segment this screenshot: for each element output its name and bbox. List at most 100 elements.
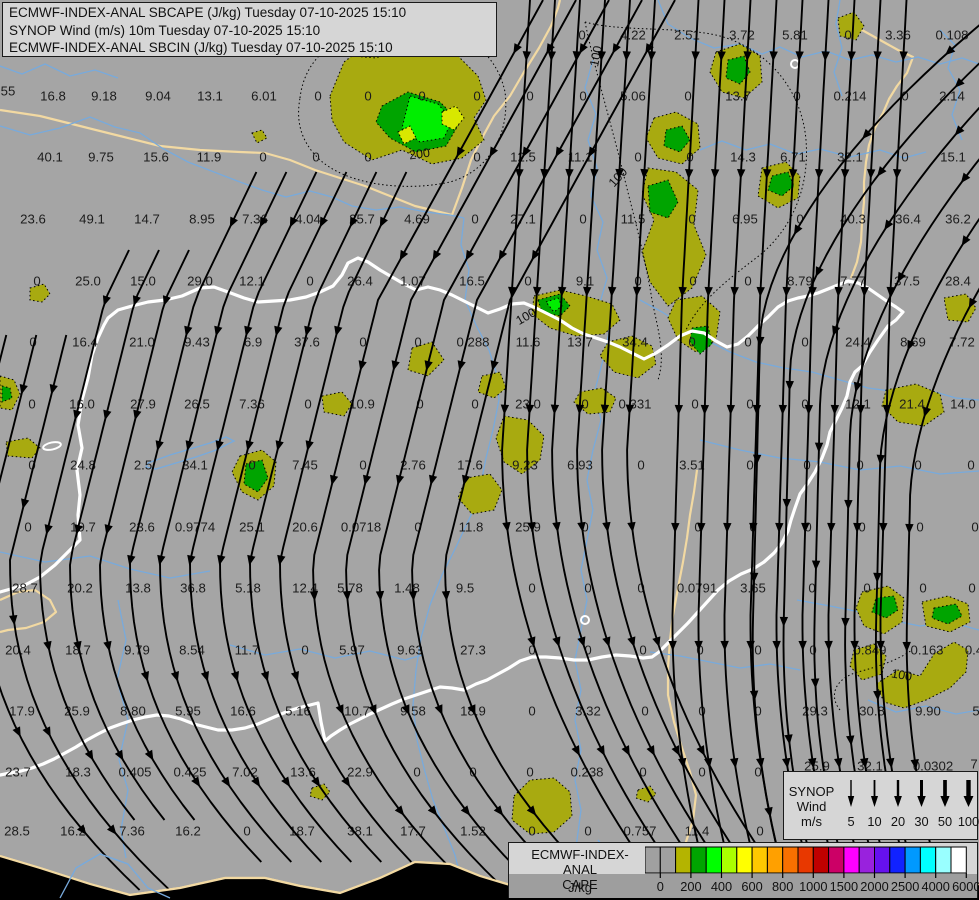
station-value: 0 [578, 28, 585, 43]
station-value: 23.7 [5, 765, 31, 780]
colorbar-swatch [844, 847, 859, 873]
map-title-box: ECMWF-INDEX-ANAL SBCAPE (J/kg) Tuesday 0… [2, 2, 497, 57]
station-value: 9.1 [576, 274, 594, 289]
station-value: 0 [754, 643, 761, 658]
station-value: 0 [471, 397, 478, 412]
station-value: 0 [634, 150, 641, 165]
colorbar-tick-label: 600 [741, 879, 762, 894]
station-value: 0 [314, 89, 321, 104]
colorbar-tick-label: 2000 [860, 879, 888, 894]
station-value: 0 [688, 335, 695, 350]
station-value: 11.6 [516, 335, 541, 350]
station-value: 0 [364, 89, 371, 104]
wind-legend-variable: Wind [784, 799, 839, 814]
station-value: 0 [526, 89, 533, 104]
station-value: 32.1 [837, 150, 863, 165]
station-value: 0 [33, 274, 40, 289]
wind-speed-label: 30 [914, 814, 928, 829]
station-value: 7.36 [119, 824, 145, 839]
station-value: 0 [689, 274, 696, 289]
station-value: 23.6 [129, 520, 155, 535]
station-value: 19.7 [70, 520, 96, 535]
station-value: 0 [306, 274, 313, 289]
station-value: 15.1 [940, 150, 966, 165]
station-value: 0.108 [935, 28, 968, 43]
colorbar-swatch [813, 847, 828, 873]
station-value: 4.04 [295, 212, 321, 227]
station-value: 18.3 [65, 765, 91, 780]
wind-legend: SYNOP Wind m/s 510203050100 [783, 771, 978, 840]
colorbar-tick-label: 6000 [952, 879, 979, 894]
cape-colorbar: 0200400600800100015002000250040006000 [645, 846, 979, 896]
station-value: 0 [473, 150, 480, 165]
wind-legend-source: SYNOP [784, 784, 839, 799]
station-value: 0 [919, 581, 926, 596]
station-value: 0 [639, 643, 646, 658]
station-value: 0 [863, 581, 870, 596]
station-value: 0.331 [618, 397, 651, 412]
station-value: 0 [688, 212, 695, 227]
station-value: 0.0791 [677, 581, 717, 596]
station-value: 0 [471, 212, 478, 227]
title-sbcin: ECMWF-INDEX-ANAL SBCIN (J/kg) Tuesday 07… [9, 39, 490, 57]
station-value: 5.97 [339, 643, 365, 658]
station-value: 3.32 [575, 704, 601, 719]
station-value: 9.18 [91, 89, 117, 104]
colorbar-tick-label: 1000 [799, 879, 827, 894]
station-value: 0 [301, 643, 308, 658]
wind-speed-label: 50 [938, 814, 952, 829]
colorbar-swatch [936, 847, 951, 873]
station-value: 0 [971, 520, 978, 535]
weather-map-screen: 04.222.513.725.8103.360.1085516.89.189.0… [0, 0, 979, 900]
station-value: 16.5 [459, 274, 485, 289]
colorbar-swatch [706, 847, 721, 873]
contour-label: 200 [408, 146, 431, 163]
station-value: 49.1 [79, 212, 105, 227]
station-value: 0 [24, 520, 31, 535]
station-value: 8.80 [120, 704, 146, 719]
colorbar-swatch [875, 847, 890, 873]
colorbar-swatch [691, 847, 706, 873]
weather-map: 04.222.513.725.8103.360.1085516.89.189.0… [0, 0, 979, 900]
station-value: 12.1 [845, 397, 871, 412]
station-value: 14.0 [950, 397, 976, 412]
station-value: 0 [584, 824, 591, 839]
station-value: 0 [312, 150, 319, 165]
station-value: 0 [364, 150, 371, 165]
colorbar-tick-label: 400 [711, 879, 732, 894]
station-value: 0 [916, 520, 923, 535]
colorbar-swatch [676, 847, 691, 873]
station-value: 0 [801, 335, 808, 350]
station-value: 0 [637, 458, 644, 473]
wind-speed-label: 5 [847, 814, 854, 829]
station-value: 0 [528, 704, 535, 719]
colorbar-swatch [920, 847, 935, 873]
station-value: 6.95 [732, 212, 758, 227]
station-value: 14.7 [134, 212, 160, 227]
station-value: 0 [304, 397, 311, 412]
station-value: 0.405 [118, 765, 151, 780]
station-value: 6.93 [567, 458, 593, 473]
station-value: 27.9 [130, 397, 156, 412]
colorbar-tick-label: 2500 [891, 879, 919, 894]
station-value: 24.4 [845, 335, 871, 350]
station-value: 0 [746, 397, 753, 412]
colorbar-swatch [829, 847, 844, 873]
station-value: 21.0 [129, 335, 155, 350]
station-value: 6.01 [251, 89, 277, 104]
wind-speed-label: 20 [891, 814, 905, 829]
station-value: 21.4 [899, 397, 925, 412]
station-value: 0 [259, 150, 266, 165]
station-value: 0 [684, 89, 691, 104]
colorbar-tick-label: 4000 [921, 879, 949, 894]
station-value: 0 [581, 397, 588, 412]
station-value: 0 [641, 704, 648, 719]
station-value: 28.5 [4, 824, 30, 839]
station-value: 0 [698, 765, 705, 780]
colorbar-tick-label: 800 [772, 879, 793, 894]
station-value: 13.6 [290, 765, 316, 780]
station-value: 8.95 [189, 212, 215, 227]
station-value: 25.9 [515, 520, 541, 535]
station-value: 40.1 [37, 150, 63, 165]
station-value: 3.72 [729, 28, 755, 43]
